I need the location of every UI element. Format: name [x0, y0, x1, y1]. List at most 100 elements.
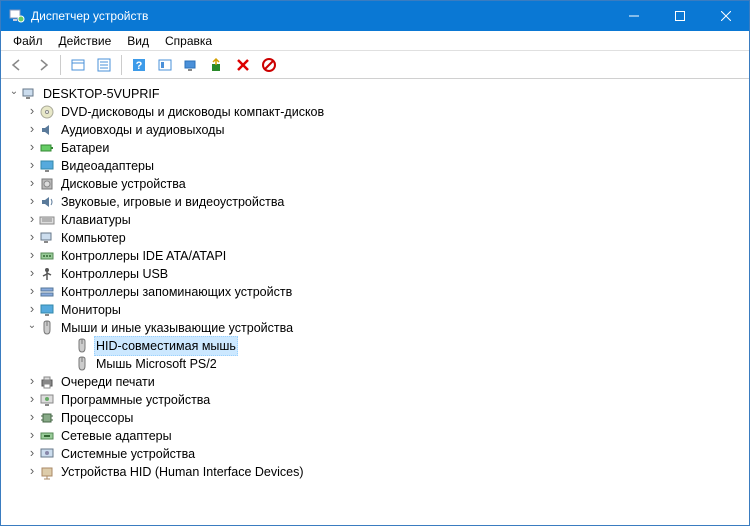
tree-node[interactable]: Системные устройства — [5, 445, 745, 463]
tree-node[interactable]: Сетевые адаптеры — [5, 427, 745, 445]
back-button[interactable] — [5, 53, 29, 77]
mouse-icon — [39, 320, 55, 336]
expand-arrow-icon[interactable] — [25, 210, 39, 230]
expand-arrow-icon[interactable] — [25, 192, 39, 212]
expand-arrow-icon[interactable] — [25, 174, 39, 194]
expand-arrow-icon[interactable] — [25, 156, 39, 176]
menu-view[interactable]: Вид — [119, 32, 157, 50]
tree-node[interactable]: Батареи — [5, 139, 745, 157]
tree-node[interactable]: Клавиатуры — [5, 211, 745, 229]
minimize-button[interactable] — [611, 1, 657, 31]
properties-button[interactable] — [92, 53, 116, 77]
storage-icon — [39, 284, 55, 300]
monitor-icon — [39, 302, 55, 318]
tree-child-node[interactable]: HID-совместимая мышь — [5, 337, 745, 355]
tree-node[interactable]: DVD-дисководы и дисководы компакт-дисков — [5, 103, 745, 121]
title-bar: Диспетчер устройств — [1, 1, 749, 31]
keyboard-icon — [39, 212, 55, 228]
computer-icon — [39, 230, 55, 246]
tree-node[interactable]: Программные устройства — [5, 391, 745, 409]
mouse-icon — [74, 356, 90, 372]
tree-node[interactable]: Дисковые устройства — [5, 175, 745, 193]
node-label: Устройства HID (Human Interface Devices) — [59, 463, 306, 481]
expand-arrow-icon[interactable] — [25, 228, 39, 248]
tree-node[interactable]: Мыши и иные указывающие устройства — [5, 319, 745, 337]
tree-node[interactable]: Контроллеры USB — [5, 265, 745, 283]
app-icon — [9, 8, 25, 24]
node-label: Дисковые устройства — [59, 175, 188, 193]
expand-arrow-icon[interactable] — [25, 372, 39, 392]
node-label: Процессоры — [59, 409, 135, 427]
tree-node[interactable]: Контроллеры IDE ATA/ATAPI — [5, 247, 745, 265]
expand-arrow-icon[interactable] — [25, 102, 39, 122]
node-label: Мониторы — [59, 301, 123, 319]
node-label: Клавиатуры — [59, 211, 133, 229]
expand-arrow-icon[interactable] — [25, 426, 39, 446]
expand-arrow-icon[interactable] — [25, 462, 39, 482]
expand-arrow-icon[interactable] — [25, 120, 39, 140]
expand-arrow-icon[interactable] — [25, 246, 39, 266]
toolbar-separator — [60, 55, 61, 75]
node-label: Программные устройства — [59, 391, 212, 409]
scan-hardware-button[interactable] — [179, 53, 203, 77]
expand-arrow-icon[interactable] — [25, 319, 39, 337]
expand-arrow-icon[interactable] — [25, 408, 39, 428]
window-controls — [611, 1, 749, 31]
mouse-icon — [74, 338, 90, 354]
tree-root[interactable]: DESKTOP-5VUPRIF — [5, 85, 745, 103]
node-label: Контроллеры USB — [59, 265, 170, 283]
menu-bar: Файл Действие Вид Справка — [1, 31, 749, 51]
usb-icon — [39, 266, 55, 282]
battery-icon — [39, 140, 55, 156]
node-label: Видеоадаптеры — [59, 157, 156, 175]
disable-button[interactable] — [257, 53, 281, 77]
show-hidden-button[interactable] — [66, 53, 90, 77]
svg-text:?: ? — [136, 60, 143, 72]
tree-node[interactable]: Мониторы — [5, 301, 745, 319]
tree-node[interactable]: Процессоры — [5, 409, 745, 427]
device-tree[interactable]: DESKTOP-5VUPRIF DVD-дисководы и дисковод… — [1, 79, 749, 525]
help-button[interactable]: ? — [127, 53, 151, 77]
expand-arrow-icon[interactable] — [25, 264, 39, 284]
node-label: Контроллеры запоминающих устройств — [59, 283, 294, 301]
menu-file[interactable]: Файл — [5, 32, 51, 50]
menu-action[interactable]: Действие — [51, 32, 120, 50]
action-button[interactable] — [153, 53, 177, 77]
expand-arrow-icon[interactable] — [25, 444, 39, 464]
node-label: DVD-дисководы и дисководы компакт-дисков — [59, 103, 326, 121]
ide-icon — [39, 248, 55, 264]
expand-arrow-icon[interactable] — [25, 282, 39, 302]
tree-child-node[interactable]: Мышь Microsoft PS/2 — [5, 355, 745, 373]
audio-icon — [39, 122, 55, 138]
tree-node[interactable]: Устройства HID (Human Interface Devices) — [5, 463, 745, 481]
root-label: DESKTOP-5VUPRIF — [41, 85, 161, 103]
node-label: Звуковые, игровые и видеоустройства — [59, 193, 286, 211]
forward-button[interactable] — [31, 53, 55, 77]
update-driver-button[interactable] — [205, 53, 229, 77]
system-icon — [39, 446, 55, 462]
expand-arrow-icon[interactable] — [25, 138, 39, 158]
window-title: Диспетчер устройств — [31, 9, 611, 23]
uninstall-button[interactable] — [231, 53, 255, 77]
expand-arrow-icon[interactable] — [25, 390, 39, 410]
close-button[interactable] — [703, 1, 749, 31]
node-label: Контроллеры IDE ATA/ATAPI — [59, 247, 228, 265]
display-icon — [39, 158, 55, 174]
node-label: Мыши и иные указывающие устройства — [59, 319, 295, 337]
tree-node[interactable]: Аудиовходы и аудиовыходы — [5, 121, 745, 139]
tree-node[interactable]: Компьютер — [5, 229, 745, 247]
tree-node[interactable]: Видеоадаптеры — [5, 157, 745, 175]
tree-node[interactable]: Очереди печати — [5, 373, 745, 391]
hid-icon — [39, 464, 55, 480]
menu-help[interactable]: Справка — [157, 32, 220, 50]
node-label: Очереди печати — [59, 373, 157, 391]
tree-node[interactable]: Звуковые, игровые и видеоустройства — [5, 193, 745, 211]
cpu-icon — [39, 410, 55, 426]
maximize-button[interactable] — [657, 1, 703, 31]
printer-icon — [39, 374, 55, 390]
node-label: HID-совместимая мышь — [94, 336, 238, 356]
toolbar-separator — [121, 55, 122, 75]
network-icon — [39, 428, 55, 444]
tree-node[interactable]: Контроллеры запоминающих устройств — [5, 283, 745, 301]
expand-arrow-icon[interactable] — [7, 85, 21, 103]
